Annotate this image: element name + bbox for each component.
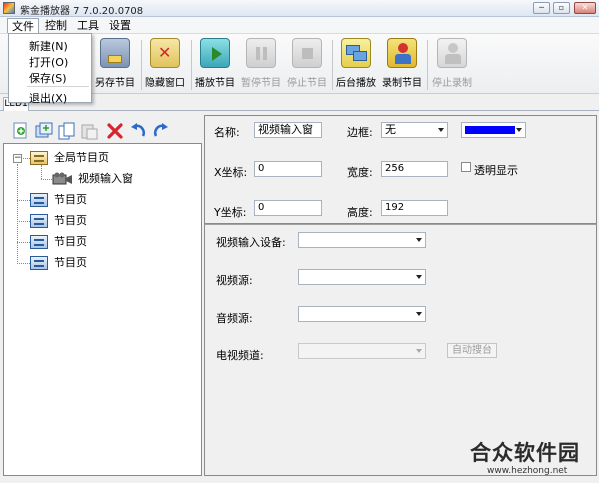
menu-tools[interactable]: 工具 bbox=[73, 18, 103, 33]
page-icon bbox=[30, 235, 48, 249]
transparent-label: 透明显示 bbox=[474, 164, 518, 177]
page-icon bbox=[30, 193, 48, 207]
chevron-down-icon bbox=[416, 238, 422, 242]
tree-toolbar bbox=[2, 118, 202, 144]
tv-channel-label: 电视频道: bbox=[216, 349, 264, 362]
audio-source-select[interactable] bbox=[298, 306, 426, 322]
add-window-button[interactable] bbox=[35, 122, 53, 140]
page-icon bbox=[30, 214, 48, 228]
program-tree[interactable]: − 全局节目页 视频输入窗 节目页 节目页 节目页 节目页 bbox=[3, 143, 202, 476]
background-play-icon bbox=[341, 38, 371, 68]
copy-icon bbox=[58, 122, 75, 140]
menu-item-new[interactable]: 新建(N) bbox=[29, 38, 68, 54]
move-down-button[interactable] bbox=[152, 122, 170, 140]
chevron-down-icon bbox=[416, 349, 422, 353]
menu-item-save[interactable]: 保存(S) bbox=[29, 70, 67, 86]
delete-button[interactable] bbox=[106, 122, 124, 140]
title-bar: 紫金播放器 7 7.0.20.0708 ─ ▫ ✕ bbox=[0, 0, 599, 17]
file-menu-dropdown: 新建(N) 打开(O) 保存(S) 退出(X) bbox=[8, 33, 92, 106]
add-page-icon bbox=[13, 122, 27, 139]
border-label: 边框: bbox=[347, 126, 373, 139]
maximize-button[interactable]: ▫ bbox=[553, 2, 570, 14]
save-as-icon bbox=[100, 38, 130, 68]
tree-line bbox=[17, 263, 30, 264]
stop-button[interactable]: 停止节目 bbox=[284, 38, 330, 92]
save-as-button[interactable]: 另存节目 bbox=[92, 38, 138, 92]
width-label: 宽度: bbox=[347, 166, 373, 179]
menu-item-open[interactable]: 打开(O) bbox=[29, 54, 68, 70]
add-window-icon bbox=[35, 122, 53, 138]
record-icon bbox=[387, 38, 417, 68]
delete-icon bbox=[107, 123, 123, 139]
collapse-toggle[interactable]: − bbox=[13, 154, 22, 163]
stop-icon bbox=[292, 38, 322, 68]
color-swatch bbox=[465, 126, 515, 134]
tree-line bbox=[17, 164, 18, 264]
menu-separator bbox=[27, 86, 89, 87]
tree-line bbox=[23, 158, 30, 159]
name-label: 名称: bbox=[214, 126, 240, 139]
name-field[interactable]: 视频输入窗 bbox=[254, 122, 322, 138]
tv-channel-select[interactable] bbox=[298, 343, 426, 359]
height-field[interactable]: 192 bbox=[381, 200, 448, 216]
toolbar-separator bbox=[427, 40, 428, 90]
width-field[interactable]: 256 bbox=[381, 161, 448, 177]
background-play-button[interactable]: 后台播放 bbox=[333, 38, 379, 92]
menu-item-exit[interactable]: 退出(X) bbox=[29, 90, 67, 106]
chevron-down-icon bbox=[416, 275, 422, 279]
paste-button[interactable] bbox=[81, 122, 99, 140]
y-field[interactable]: 0 bbox=[254, 200, 322, 216]
chevron-down-icon bbox=[416, 312, 422, 316]
tree-line bbox=[41, 179, 52, 180]
height-label: 高度: bbox=[347, 206, 373, 219]
rotate-left-icon bbox=[131, 123, 146, 137]
border-select[interactable]: 无 bbox=[381, 122, 448, 138]
play-icon bbox=[200, 38, 230, 68]
watermark-logo: 合众软件园 bbox=[470, 441, 580, 465]
copy-button[interactable] bbox=[58, 122, 76, 140]
watermark-url: www.hezhong.net bbox=[487, 466, 568, 476]
add-page-button[interactable] bbox=[12, 122, 30, 140]
chevron-down-icon bbox=[516, 128, 522, 132]
menu-settings[interactable]: 设置 bbox=[105, 18, 135, 33]
y-label: Y坐标: bbox=[214, 206, 247, 219]
play-button[interactable]: 播放节目 bbox=[192, 38, 238, 92]
device-select[interactable] bbox=[298, 232, 426, 248]
app-icon bbox=[3, 2, 15, 14]
record-button[interactable]: 录制节目 bbox=[379, 38, 425, 92]
transparent-checkbox[interactable] bbox=[461, 162, 471, 172]
window-title: 紫金播放器 7 7.0.20.0708 bbox=[20, 6, 144, 17]
move-up-button[interactable] bbox=[129, 122, 147, 140]
menu-file[interactable]: 文件 bbox=[7, 18, 39, 33]
paste-icon bbox=[81, 124, 98, 140]
tree-line bbox=[17, 200, 30, 201]
auto-search-button[interactable]: 自动搜台 bbox=[447, 343, 497, 358]
hide-window-icon: ✕ bbox=[150, 38, 180, 68]
video-source-label: 视频源: bbox=[216, 274, 253, 287]
close-button[interactable]: ✕ bbox=[574, 2, 596, 14]
device-label: 视频输入设备: bbox=[216, 236, 286, 249]
stop-record-button[interactable]: 停止录制 bbox=[429, 38, 475, 92]
tree-line bbox=[17, 221, 30, 222]
x-field[interactable]: 0 bbox=[254, 161, 322, 177]
video-camera-icon bbox=[52, 172, 72, 185]
audio-source-label: 音频源: bbox=[216, 312, 253, 325]
pause-button[interactable]: 暂停节目 bbox=[238, 38, 284, 92]
pause-icon bbox=[246, 38, 276, 68]
page-icon bbox=[30, 151, 48, 165]
stop-record-icon bbox=[437, 38, 467, 68]
minimize-button[interactable]: ─ bbox=[533, 2, 550, 14]
x-label: X坐标: bbox=[214, 166, 248, 179]
menu-control[interactable]: 控制 bbox=[41, 18, 71, 33]
menu-bar: 文件 控制 工具 设置 bbox=[0, 17, 599, 34]
border-color-picker[interactable] bbox=[461, 122, 526, 138]
page-icon bbox=[30, 256, 48, 270]
hide-window-button[interactable]: ✕ 隐藏窗口 bbox=[142, 38, 188, 92]
rotate-right-icon bbox=[153, 123, 168, 137]
tree-line bbox=[41, 165, 42, 179]
tree-line bbox=[17, 242, 30, 243]
video-source-select[interactable] bbox=[298, 269, 426, 285]
chevron-down-icon bbox=[438, 128, 444, 132]
